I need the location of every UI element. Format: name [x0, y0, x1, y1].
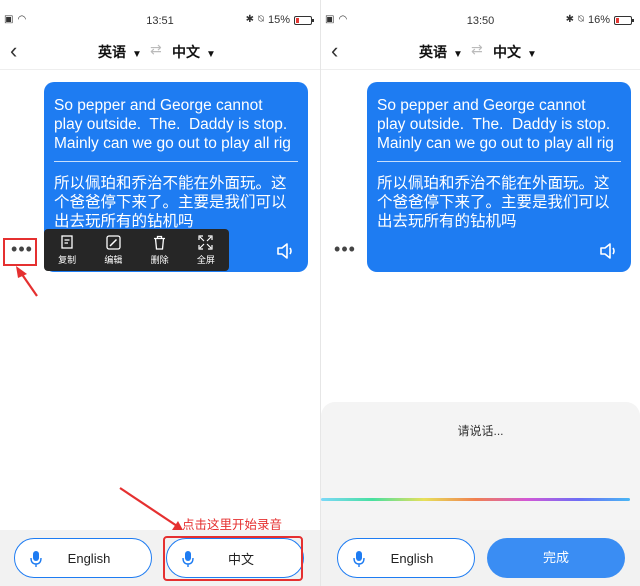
mute-icon: ⍉ — [257, 14, 264, 25]
fullscreen-button[interactable]: 全屏 — [183, 229, 229, 271]
edit-icon — [106, 234, 121, 250]
translated-text: 所以佩珀和乔治不能在外面玩。这 个爸爸停下来了。主要是我们可以 出去玩所有的钻机… — [377, 175, 610, 230]
battery-percent: 15% — [267, 14, 290, 26]
action-menu: 复制 编辑 删除 全屏 — [44, 229, 229, 271]
dropdown-caret-icon: ▼ — [206, 49, 216, 60]
swap-languages-icon[interactable]: ⇄ — [150, 41, 162, 58]
copy-button[interactable]: 复制 — [44, 229, 90, 271]
status-bar: ▣ ◠ 13:51 ✱ ⍉ 15% — [0, 0, 320, 36]
speak-prompt: 请说话... — [457, 424, 504, 438]
bluetooth-icon: ✱ — [565, 14, 574, 25]
voice-waveform — [321, 498, 630, 501]
source-text: So pepper and George cannot play outside… — [377, 97, 614, 152]
dropdown-caret-icon: ▼ — [527, 49, 537, 60]
bottom-bar: English 完成 — [321, 530, 640, 586]
delete-icon — [154, 235, 166, 250]
speaker-icon[interactable] — [599, 242, 619, 260]
battery-percent: 16% — [587, 14, 610, 26]
back-icon[interactable]: ‹ — [331, 39, 338, 63]
record-english-button[interactable]: English — [14, 538, 152, 578]
source-language-selector[interactable]: 英语 ▼ — [98, 42, 142, 62]
record-english-button[interactable]: English — [337, 538, 475, 578]
done-button[interactable]: 完成 — [487, 538, 625, 578]
battery-icon — [294, 15, 314, 25]
fullscreen-icon — [198, 234, 213, 250]
annotation-highlight-chinese-button — [163, 536, 303, 581]
edit-button[interactable]: 编辑 — [90, 229, 136, 271]
translation-bubble[interactable]: So pepper and George cannot play outside… — [367, 82, 631, 272]
source-language-selector[interactable]: 英语 ▼ — [419, 42, 463, 62]
more-options-button[interactable]: ••• — [331, 240, 359, 264]
mute-icon: ⍉ — [577, 14, 584, 25]
battery-icon — [614, 15, 634, 25]
dropdown-caret-icon: ▼ — [132, 49, 142, 60]
swap-languages-icon[interactable]: ⇄ — [471, 41, 483, 58]
delete-button[interactable]: 删除 — [137, 229, 183, 271]
target-language-selector[interactable]: 中文 ▼ — [172, 42, 216, 62]
left-screen: ▣ ◠ 13:51 ✱ ⍉ 15% ‹ 英语 ▼ ⇄ 中文 ▼ So pepper … — [0, 0, 320, 586]
divider — [54, 161, 298, 162]
divider — [377, 161, 621, 162]
right-screen: ▣ ◠ 13:50 ✱ ⍉ 16% ‹ 英语 ▼ ⇄ 中文 ▼ So pepper … — [320, 0, 640, 586]
nav-bar: ‹ 英语 ▼ ⇄ 中文 ▼ — [321, 36, 640, 70]
back-icon[interactable]: ‹ — [10, 39, 17, 63]
target-language-selector[interactable]: 中文 ▼ — [493, 42, 537, 62]
nav-bar: ‹ 英语 ▼ ⇄ 中文 ▼ — [0, 36, 320, 70]
source-text: So pepper and George cannot play outside… — [54, 97, 291, 152]
status-bar: ▣ ◠ 13:50 ✱ ⍉ 16% — [321, 0, 640, 36]
voice-input-panel: 请说话... — [321, 402, 640, 532]
annotation-highlight-more — [3, 238, 37, 266]
dropdown-caret-icon: ▼ — [453, 49, 463, 60]
translated-text: 所以佩珀和乔治不能在外面玩。这 个爸爸停下来了。主要是我们可以 出去玩所有的钻机… — [54, 175, 287, 230]
speaker-icon[interactable] — [276, 242, 296, 260]
bluetooth-icon: ✱ — [245, 14, 254, 25]
copy-icon — [60, 234, 73, 249]
